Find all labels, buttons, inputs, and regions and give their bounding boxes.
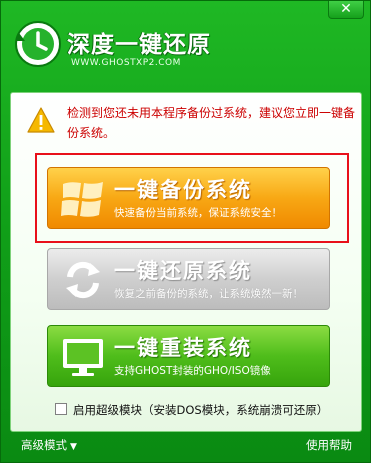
restore-system-button[interactable]: 一键还原系统 恢复之前备份的系统，让系统焕然一新！ <box>47 248 330 310</box>
title-bar[interactable]: ✕ 深度一键还原 WWW.GHOSTXP2.COM <box>1 1 370 87</box>
monitor-icon <box>63 339 103 376</box>
restore-button-title: 一键还原系统 <box>114 259 252 283</box>
main-panel: 检测到您还未用本程序备份过系统，建议您立即一键备份系统。 一键备份系统 快速备份… <box>10 92 362 432</box>
backup-button-subtitle: 快速备份当前系统，保证系统安全！ <box>114 207 282 219</box>
backup-system-button[interactable]: 一键备份系统 快速备份当前系统，保证系统安全！ <box>47 167 330 229</box>
warning-icon <box>27 107 55 133</box>
advanced-mode-label[interactable]: 高级模式 <box>21 438 67 452</box>
help-link[interactable]: 使用帮助 <box>306 437 352 453</box>
backup-warning-text: 检测到您还未用本程序备份过系统，建议您立即一键备份系统。 <box>67 106 356 140</box>
windows-logo-icon <box>61 182 103 217</box>
advanced-module-label[interactable]: 启用超级模块（安装DOS模块，系统崩溃可还原） <box>73 402 328 418</box>
restore-button-subtitle: 恢复之前备份的系统，让系统焕然一新！ <box>114 288 303 300</box>
reinstall-button-title: 一键重装系统 <box>114 336 252 360</box>
reinstall-button-subtitle: 支持GHOST封装的GHO/ISO镜像 <box>114 365 271 377</box>
clock-logo-icon <box>15 21 61 67</box>
app-window: ✕ 深度一键还原 WWW.GHOSTXP2.COM 检测到您还未用本程序备份过系… <box>0 0 371 463</box>
refresh-arrows-icon <box>66 261 100 299</box>
app-url: WWW.GHOSTXP2.COM <box>71 58 181 68</box>
advanced-mode-menu[interactable]: 高级模式 ▼ <box>21 437 77 453</box>
app-title: 深度一键还原 <box>67 32 211 58</box>
dropdown-arrow-icon: ▼ <box>70 442 77 452</box>
close-button[interactable]: ✕ <box>328 1 364 19</box>
backup-button-title: 一键备份系统 <box>114 178 252 202</box>
reinstall-system-button[interactable]: 一键重装系统 支持GHOST封装的GHO/ISO镜像 <box>47 325 330 387</box>
advanced-module-checkbox[interactable] <box>55 403 67 415</box>
